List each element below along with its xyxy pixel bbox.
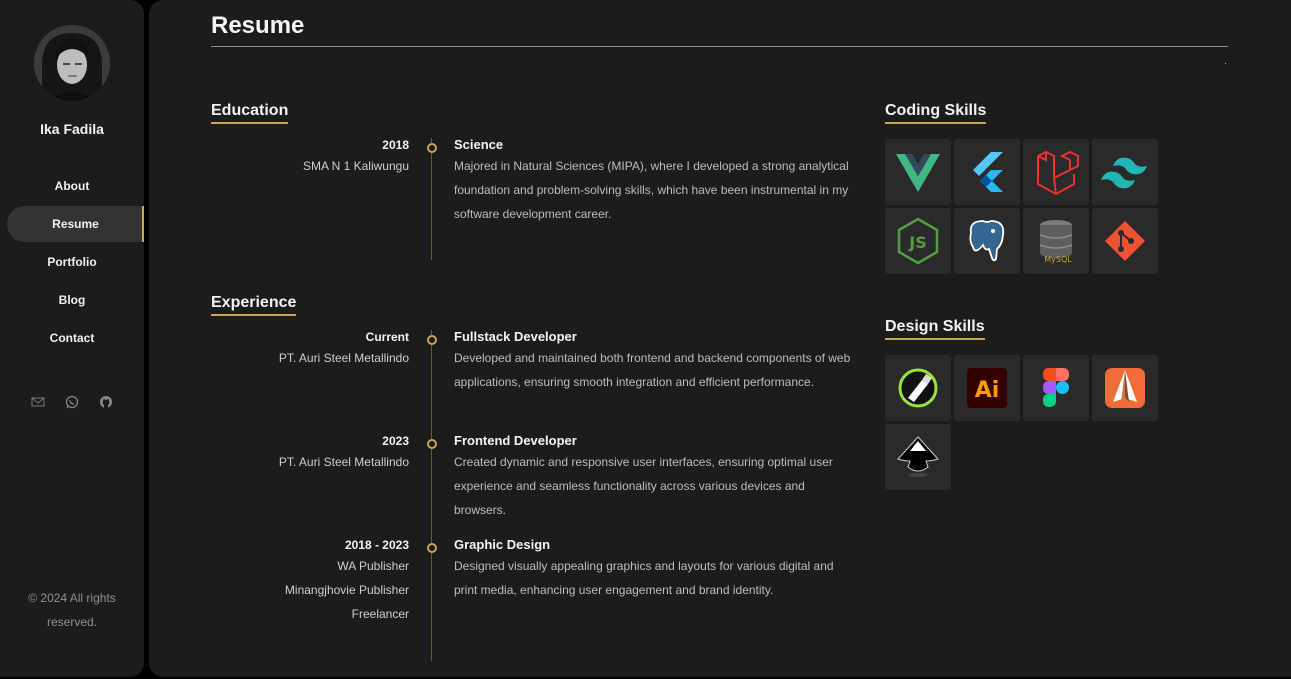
git-icon[interactable]: [1092, 208, 1158, 274]
entry-date: 2023: [382, 434, 409, 448]
illustrator-icon[interactable]: Ai: [954, 355, 1020, 421]
entry-org: WA Publisher: [337, 559, 409, 573]
divider-dot: [1225, 63, 1226, 64]
education-title: Education: [211, 101, 289, 124]
design-skills-title: Design Skills: [885, 317, 985, 340]
entry-body: Science Majored in Natural Sciences (MIP…: [454, 136, 854, 226]
entry-date: 2018: [382, 138, 409, 152]
figma-icon[interactable]: [1023, 355, 1089, 421]
nav-item-about[interactable]: About: [0, 168, 144, 204]
entry-meta: 2023 PT. Auri Steel Metallindo: [211, 432, 409, 474]
experience-title: Experience: [211, 293, 297, 316]
sidebar: Ika Fadila About Resume Portfolio Blog C…: [0, 0, 144, 677]
vue-icon[interactable]: [885, 139, 951, 205]
entry-description: Majored in Natural Sciences (MIPA), wher…: [454, 159, 849, 221]
coding-skills-grid: JS MySQL: [885, 139, 1158, 274]
inkscape-icon[interactable]: [885, 424, 951, 490]
social-links: [0, 395, 144, 409]
entry-org: PT. Auri Steel Metallindo: [278, 455, 409, 469]
svg-text:Ai: Ai: [975, 378, 1000, 403]
copyright-text: © 2024 All rights reserved.: [28, 591, 116, 629]
mysql-icon[interactable]: MySQL: [1023, 208, 1089, 274]
entry-role: Frontend Developer: [454, 433, 577, 448]
flutter-icon[interactable]: [954, 139, 1020, 205]
entry-org: Freelancer: [351, 607, 409, 621]
laravel-icon[interactable]: [1023, 139, 1089, 205]
title-divider: [211, 46, 1228, 47]
entry-body: Frontend Developer Created dynamic and r…: [454, 432, 854, 522]
entry-description: Designed visually appealing graphics and…: [454, 559, 834, 597]
entry-org: SMA N 1 Kaliwungu: [302, 159, 409, 173]
entry-role: Science: [454, 137, 504, 152]
coding-skills-title: Coding Skills: [885, 101, 987, 124]
experience-timeline-line: [431, 330, 432, 661]
svg-text:JS: JS: [908, 233, 926, 252]
main-panel: Resume Education 2018 SMA N 1 Kaliwungu …: [149, 0, 1291, 677]
entry-meta: Current PT. Auri Steel Metallindo: [211, 328, 409, 370]
whatsapp-icon[interactable]: [65, 395, 79, 409]
sketchbook-icon[interactable]: [1092, 355, 1158, 421]
user-name: Ika Fadila: [40, 121, 104, 137]
nav-item-portfolio[interactable]: Portfolio: [0, 244, 144, 280]
timeline-dot: [427, 143, 437, 153]
avatar: [34, 25, 110, 101]
entry-role: Fullstack Developer: [454, 329, 577, 344]
corel-draw-icon[interactable]: [885, 355, 951, 421]
page-title: Resume: [211, 12, 305, 39]
entry-role: Graphic Design: [454, 537, 551, 552]
mail-icon[interactable]: [31, 395, 45, 409]
nodejs-icon[interactable]: JS: [885, 208, 951, 274]
entry-description: Developed and maintained both frontend a…: [454, 351, 851, 389]
entry-description: Created dynamic and responsive user inte…: [454, 455, 833, 517]
timeline-dot: [427, 543, 437, 553]
nav-item-resume[interactable]: Resume: [7, 206, 144, 242]
postgresql-icon[interactable]: [954, 208, 1020, 274]
timeline-dot: [427, 335, 437, 345]
github-icon[interactable]: [99, 395, 113, 409]
entry-date: Current: [365, 330, 409, 344]
nav-menu: About Resume Portfolio Blog Contact: [0, 168, 144, 358]
nav-item-blog[interactable]: Blog: [0, 282, 144, 318]
design-skills-grid: Ai: [885, 355, 1158, 490]
entry-body: Fullstack Developer Developed and mainta…: [454, 328, 854, 394]
entry-org: PT. Auri Steel Metallindo: [278, 351, 409, 365]
entry-date: 2018 - 2023: [344, 538, 409, 552]
entry-meta: 2018 SMA N 1 Kaliwungu: [211, 136, 409, 178]
entry-meta: 2018 - 2023 WA Publisher Minangjhovie Pu…: [211, 536, 409, 626]
entry-body: Graphic Design Designed visually appeali…: [454, 536, 854, 602]
timeline-dot: [427, 439, 437, 449]
tailwind-icon[interactable]: [1092, 139, 1158, 205]
education-timeline-line: [431, 138, 432, 260]
nav-item-contact[interactable]: Contact: [0, 320, 144, 356]
entry-org: Minangjhovie Publisher: [284, 583, 409, 597]
svg-text:MySQL: MySQL: [1044, 255, 1072, 264]
